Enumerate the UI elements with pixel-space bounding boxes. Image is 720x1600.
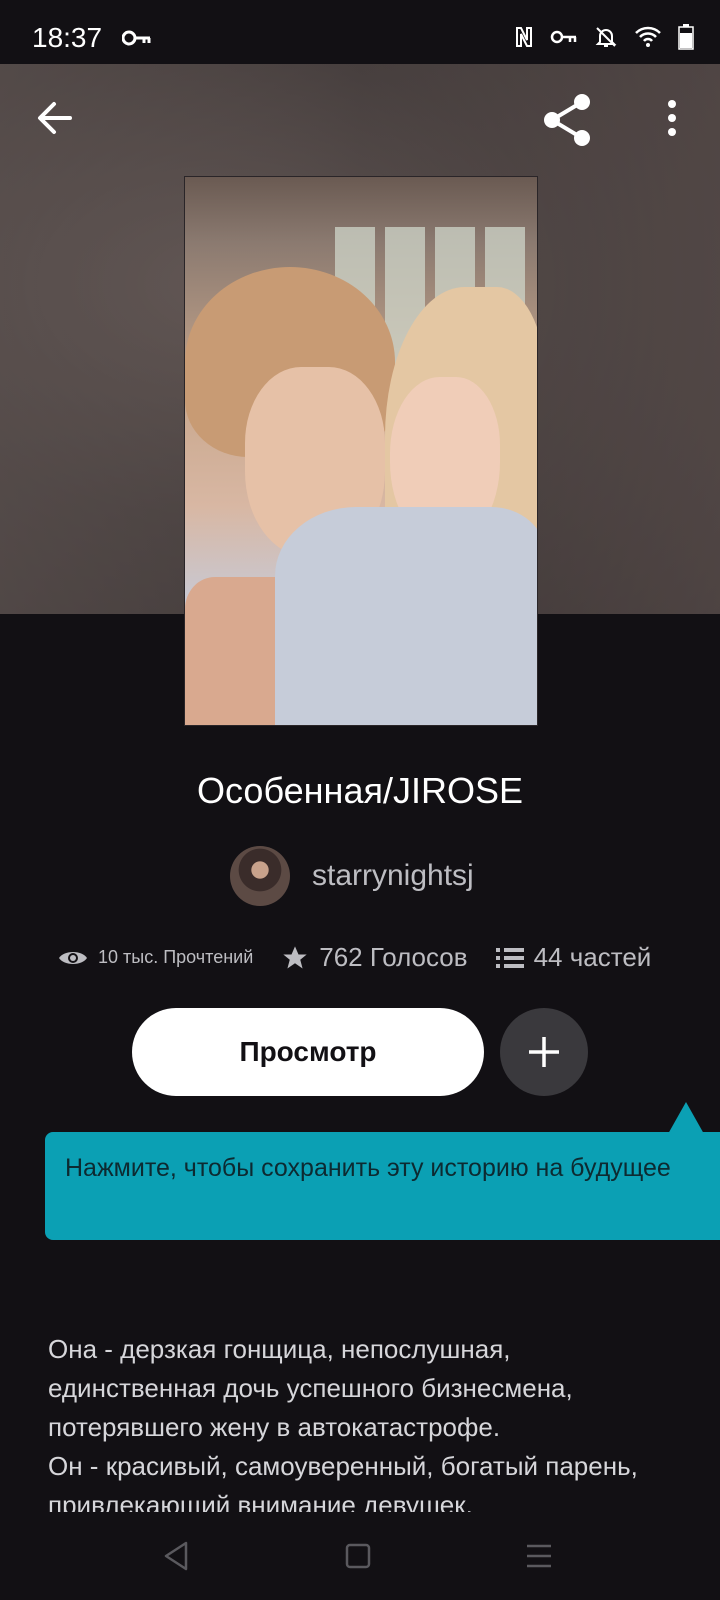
author-name[interactable]: starrynightsj: [312, 859, 474, 893]
key-icon: [121, 28, 152, 53]
story-stats: 10 тыс. Прочтений 762 Голосов 44 частей: [58, 942, 678, 973]
nav-menu-icon: [527, 1544, 551, 1568]
nav-home-icon: [345, 1543, 371, 1569]
vpn-key-icon: [550, 28, 578, 51]
author-avatar[interactable]: [230, 846, 290, 906]
battery-icon: [678, 24, 694, 55]
star-icon: [283, 945, 307, 968]
reads-count: 10 тыс. Прочтений: [98, 947, 254, 967]
votes-count: 762 Голосов: [319, 942, 468, 972]
eye-icon: [59, 951, 87, 964]
nav-back-icon: [164, 1541, 188, 1571]
bell-off-icon: [594, 25, 618, 54]
save-story-tooltip[interactable]: Нажмите, чтобы сохранить эту историю на …: [45, 1132, 720, 1240]
author-row[interactable]: starrynightsj: [230, 846, 474, 906]
nav-back-button[interactable]: [162, 1540, 190, 1577]
parts-count: 44 частей: [533, 942, 652, 972]
status-icons: [514, 24, 694, 55]
story-cover-image[interactable]: [184, 176, 538, 726]
plus-icon: [529, 1037, 559, 1067]
nfc-icon: [514, 26, 534, 53]
more-vertical-icon: [668, 100, 676, 136]
read-button[interactable]: Просмотр: [132, 1008, 484, 1096]
wifi-icon: [634, 26, 662, 53]
back-button[interactable]: [30, 92, 82, 144]
tooltip-arrow: [668, 1102, 704, 1134]
status-bar: 18:37: [0, 0, 720, 64]
votes-stat: 762 Голосов: [281, 942, 468, 973]
story-description: Она - дерзкая гонщица, непослушная, един…: [48, 1334, 638, 1512]
list-icon: [495, 947, 524, 968]
system-navigation-bar: [0, 1512, 720, 1600]
story-title: Особенная/JIROSE: [197, 770, 523, 811]
status-time: 18:37: [32, 22, 103, 53]
share-icon: [544, 94, 590, 146]
add-to-library-button[interactable]: [500, 1008, 588, 1096]
parts-stat: 44 частей: [495, 942, 652, 973]
share-button[interactable]: [540, 92, 596, 148]
tooltip-text: Нажмите, чтобы сохранить эту историю на …: [65, 1154, 671, 1182]
more-options-button[interactable]: [650, 92, 694, 148]
nav-home-button[interactable]: [344, 1540, 372, 1577]
back-arrow-icon: [38, 102, 72, 134]
reads-stat: 10 тыс. Прочтений: [58, 947, 253, 968]
nav-menu-button[interactable]: [524, 1540, 554, 1577]
